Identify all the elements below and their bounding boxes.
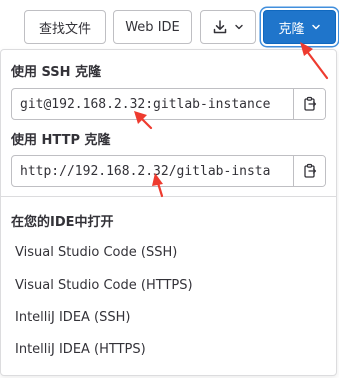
section-divider bbox=[1, 196, 336, 197]
ide-option-intellij-https[interactable]: IntelliJ IDEA (HTTPS) bbox=[15, 342, 146, 357]
repository-toolbar: 查找文件 Web IDE 克隆 bbox=[0, 10, 339, 44]
chevron-down-icon bbox=[311, 24, 320, 30]
ssh-clone-title: 使用 SSH 克隆 bbox=[11, 65, 102, 80]
find-file-button[interactable]: 查找文件 bbox=[24, 10, 106, 44]
http-url-group: http://192.168.2.32/gitlab-insta bbox=[11, 155, 326, 187]
web-ide-button[interactable]: Web IDE bbox=[113, 10, 192, 44]
http-url-field[interactable]: http://192.168.2.32/gitlab-insta bbox=[12, 156, 293, 186]
copy-ssh-url-button[interactable] bbox=[293, 89, 325, 119]
find-file-label: 查找文件 bbox=[38, 21, 91, 37]
ide-option-vscode-https[interactable]: Visual Studio Code (HTTPS) bbox=[15, 278, 193, 293]
open-in-ide-title: 在您的IDE中打开 bbox=[11, 215, 114, 230]
ssh-url-field[interactable]: git@192.168.2.32:gitlab-instance bbox=[12, 89, 293, 119]
download-icon bbox=[213, 20, 227, 34]
copy-to-clipboard-icon bbox=[303, 163, 316, 178]
clone-button[interactable]: 克隆 bbox=[263, 10, 336, 44]
copy-to-clipboard-icon bbox=[303, 96, 316, 111]
download-dropdown-button[interactable] bbox=[200, 10, 256, 44]
http-clone-title: 使用 HTTP 克隆 bbox=[11, 133, 111, 148]
chevron-down-icon bbox=[235, 24, 243, 30]
clone-dropdown-panel: 使用 SSH 克隆 git@192.168.2.32:gitlab-instan… bbox=[0, 49, 337, 376]
clone-button-label: 克隆 bbox=[278, 21, 305, 37]
ide-option-intellij-ssh[interactable]: IntelliJ IDEA (SSH) bbox=[15, 310, 130, 325]
copy-http-url-button[interactable] bbox=[293, 156, 325, 186]
web-ide-label: Web IDE bbox=[125, 19, 180, 35]
repository-clone-view: 查找文件 Web IDE 克隆 使用 SSH 克隆 git@192.168.2.… bbox=[0, 0, 339, 378]
ide-option-vscode-ssh[interactable]: Visual Studio Code (SSH) bbox=[15, 245, 177, 260]
ssh-url-group: git@192.168.2.32:gitlab-instance bbox=[11, 88, 326, 120]
